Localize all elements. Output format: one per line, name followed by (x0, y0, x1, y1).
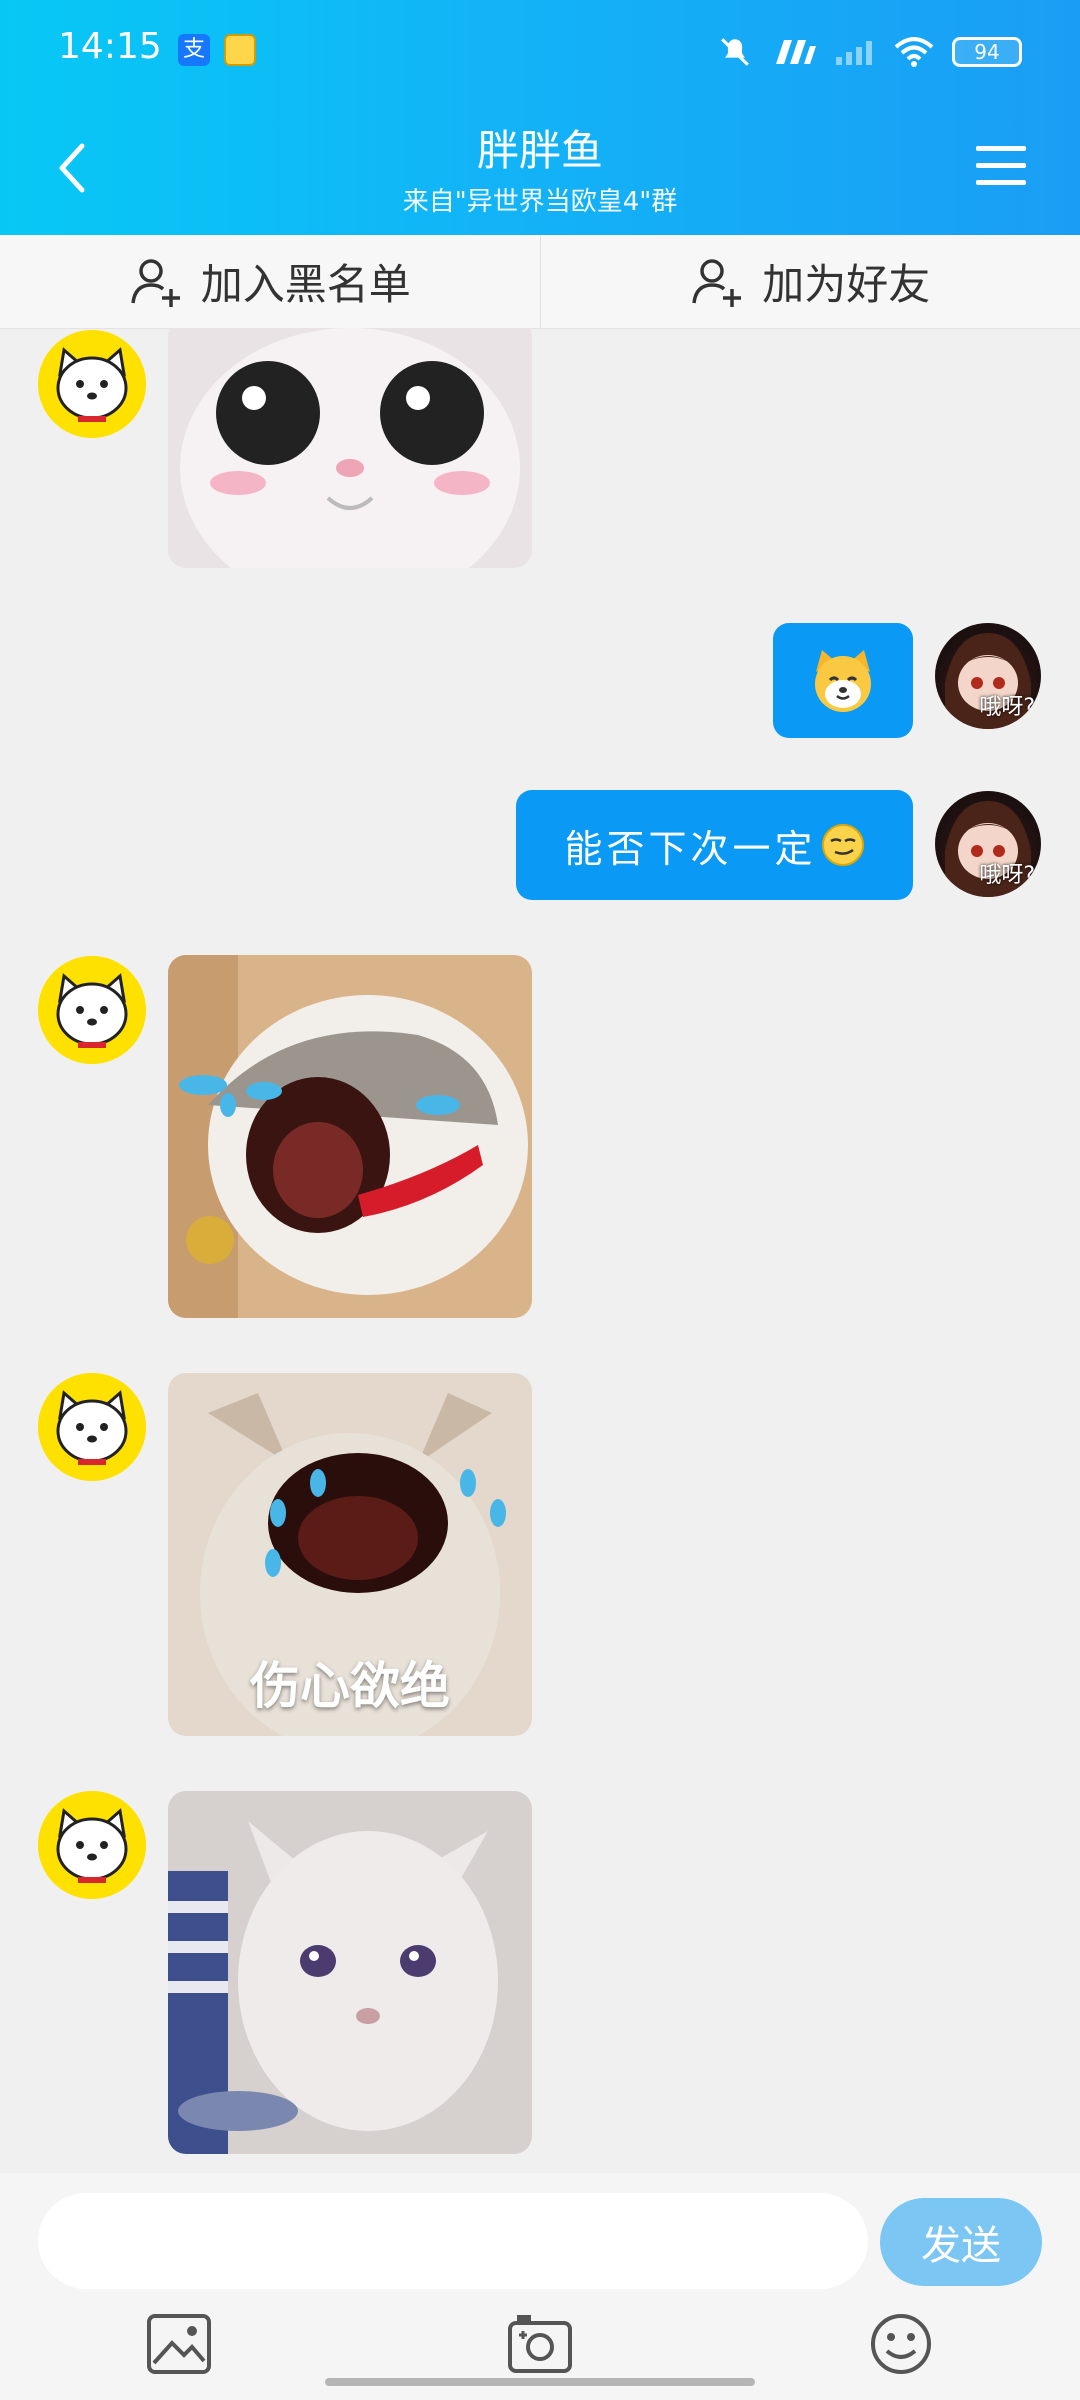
mute-icon (721, 38, 749, 66)
contact-avatar[interactable] (38, 1373, 146, 1481)
action-bar: 加入黑名单 加为好友 (0, 235, 1080, 329)
hamburger-menu-icon (976, 146, 1026, 185)
contact-avatar[interactable] (38, 956, 146, 1064)
message-bubble-text[interactable]: 能否下次一定 (516, 790, 913, 900)
menu-button[interactable] (974, 144, 1028, 188)
cellular-signal-icon (836, 41, 872, 65)
camera-button[interactable] (507, 2313, 573, 2375)
user-add-icon (130, 258, 180, 307)
home-indicator[interactable] (325, 2378, 755, 2386)
white-cat-avatar-icon (38, 1373, 146, 1481)
white-cat-avatar-icon (38, 956, 146, 1064)
message-bubble-sticker[interactable] (773, 623, 913, 738)
contact-avatar[interactable] (38, 1791, 146, 1899)
page-title: 胖胖鱼 (476, 126, 603, 175)
page-subtitle: 来自"异世界当欧皇4"群 (402, 187, 678, 217)
message-image[interactable] (168, 1791, 532, 2154)
app-notification-icon (224, 34, 256, 66)
emoji-icon (871, 2314, 931, 2374)
self-avatar-caption: 哦呀? (979, 695, 1035, 720)
image-icon (147, 2314, 211, 2374)
chat-message-list[interactable]: 哦呀? 能否下次一定 哦呀? 伤心欲绝 (0, 328, 1080, 2173)
self-avatar[interactable]: 哦呀? (935, 623, 1041, 729)
camera-icon (508, 2315, 572, 2373)
status-bar: 14:15 支 94 (0, 0, 1080, 100)
add-to-blacklist-label: 加入黑名单 (200, 260, 411, 309)
message-input[interactable] (38, 2193, 868, 2289)
composer: 发送 (0, 2173, 1080, 2400)
big-eyed-cat-image (168, 328, 532, 568)
battery-icon: 94 (952, 37, 1022, 67)
title-block: 胖胖鱼 来自"异世界当欧皇4"群 (0, 125, 1080, 218)
user-add-icon (692, 258, 742, 307)
message-text: 能否下次一定 (564, 826, 817, 871)
hd-signal-icon (776, 40, 816, 64)
emoji-button[interactable] (868, 2313, 934, 2375)
white-cat-avatar-icon (38, 330, 146, 438)
message-image[interactable]: 伤心欲绝 (168, 1373, 532, 1736)
add-friend-button[interactable]: 加为好友 (541, 235, 1080, 328)
status-icons: 94 (718, 32, 1022, 72)
message-image[interactable] (168, 328, 532, 568)
chat-header: 14:15 支 94 胖胖鱼 来自"异世界当欧皇4"群 (0, 0, 1080, 235)
add-friend-label: 加为好友 (762, 260, 931, 309)
send-button[interactable]: 发送 (880, 2198, 1042, 2286)
smirk-emoji-icon (821, 824, 864, 866)
contact-avatar[interactable] (38, 330, 146, 438)
status-time: 14:15 (58, 26, 162, 67)
self-avatar-caption: 哦呀? (979, 863, 1035, 888)
image-caption: 伤心欲绝 (250, 1657, 450, 1715)
smiling-cat-sticker-icon (815, 649, 871, 712)
white-cat-avatar-icon (38, 1791, 146, 1899)
image-button[interactable] (146, 2313, 212, 2375)
self-avatar[interactable]: 哦呀? (935, 791, 1041, 897)
crying-cat-image (168, 955, 532, 1318)
alipay-notification-icon: 支 (178, 34, 210, 66)
sad-cat-image (168, 1791, 532, 2154)
wifi-icon (894, 37, 934, 67)
add-to-blacklist-button[interactable]: 加入黑名单 (0, 235, 541, 328)
message-image[interactable] (168, 955, 532, 1318)
